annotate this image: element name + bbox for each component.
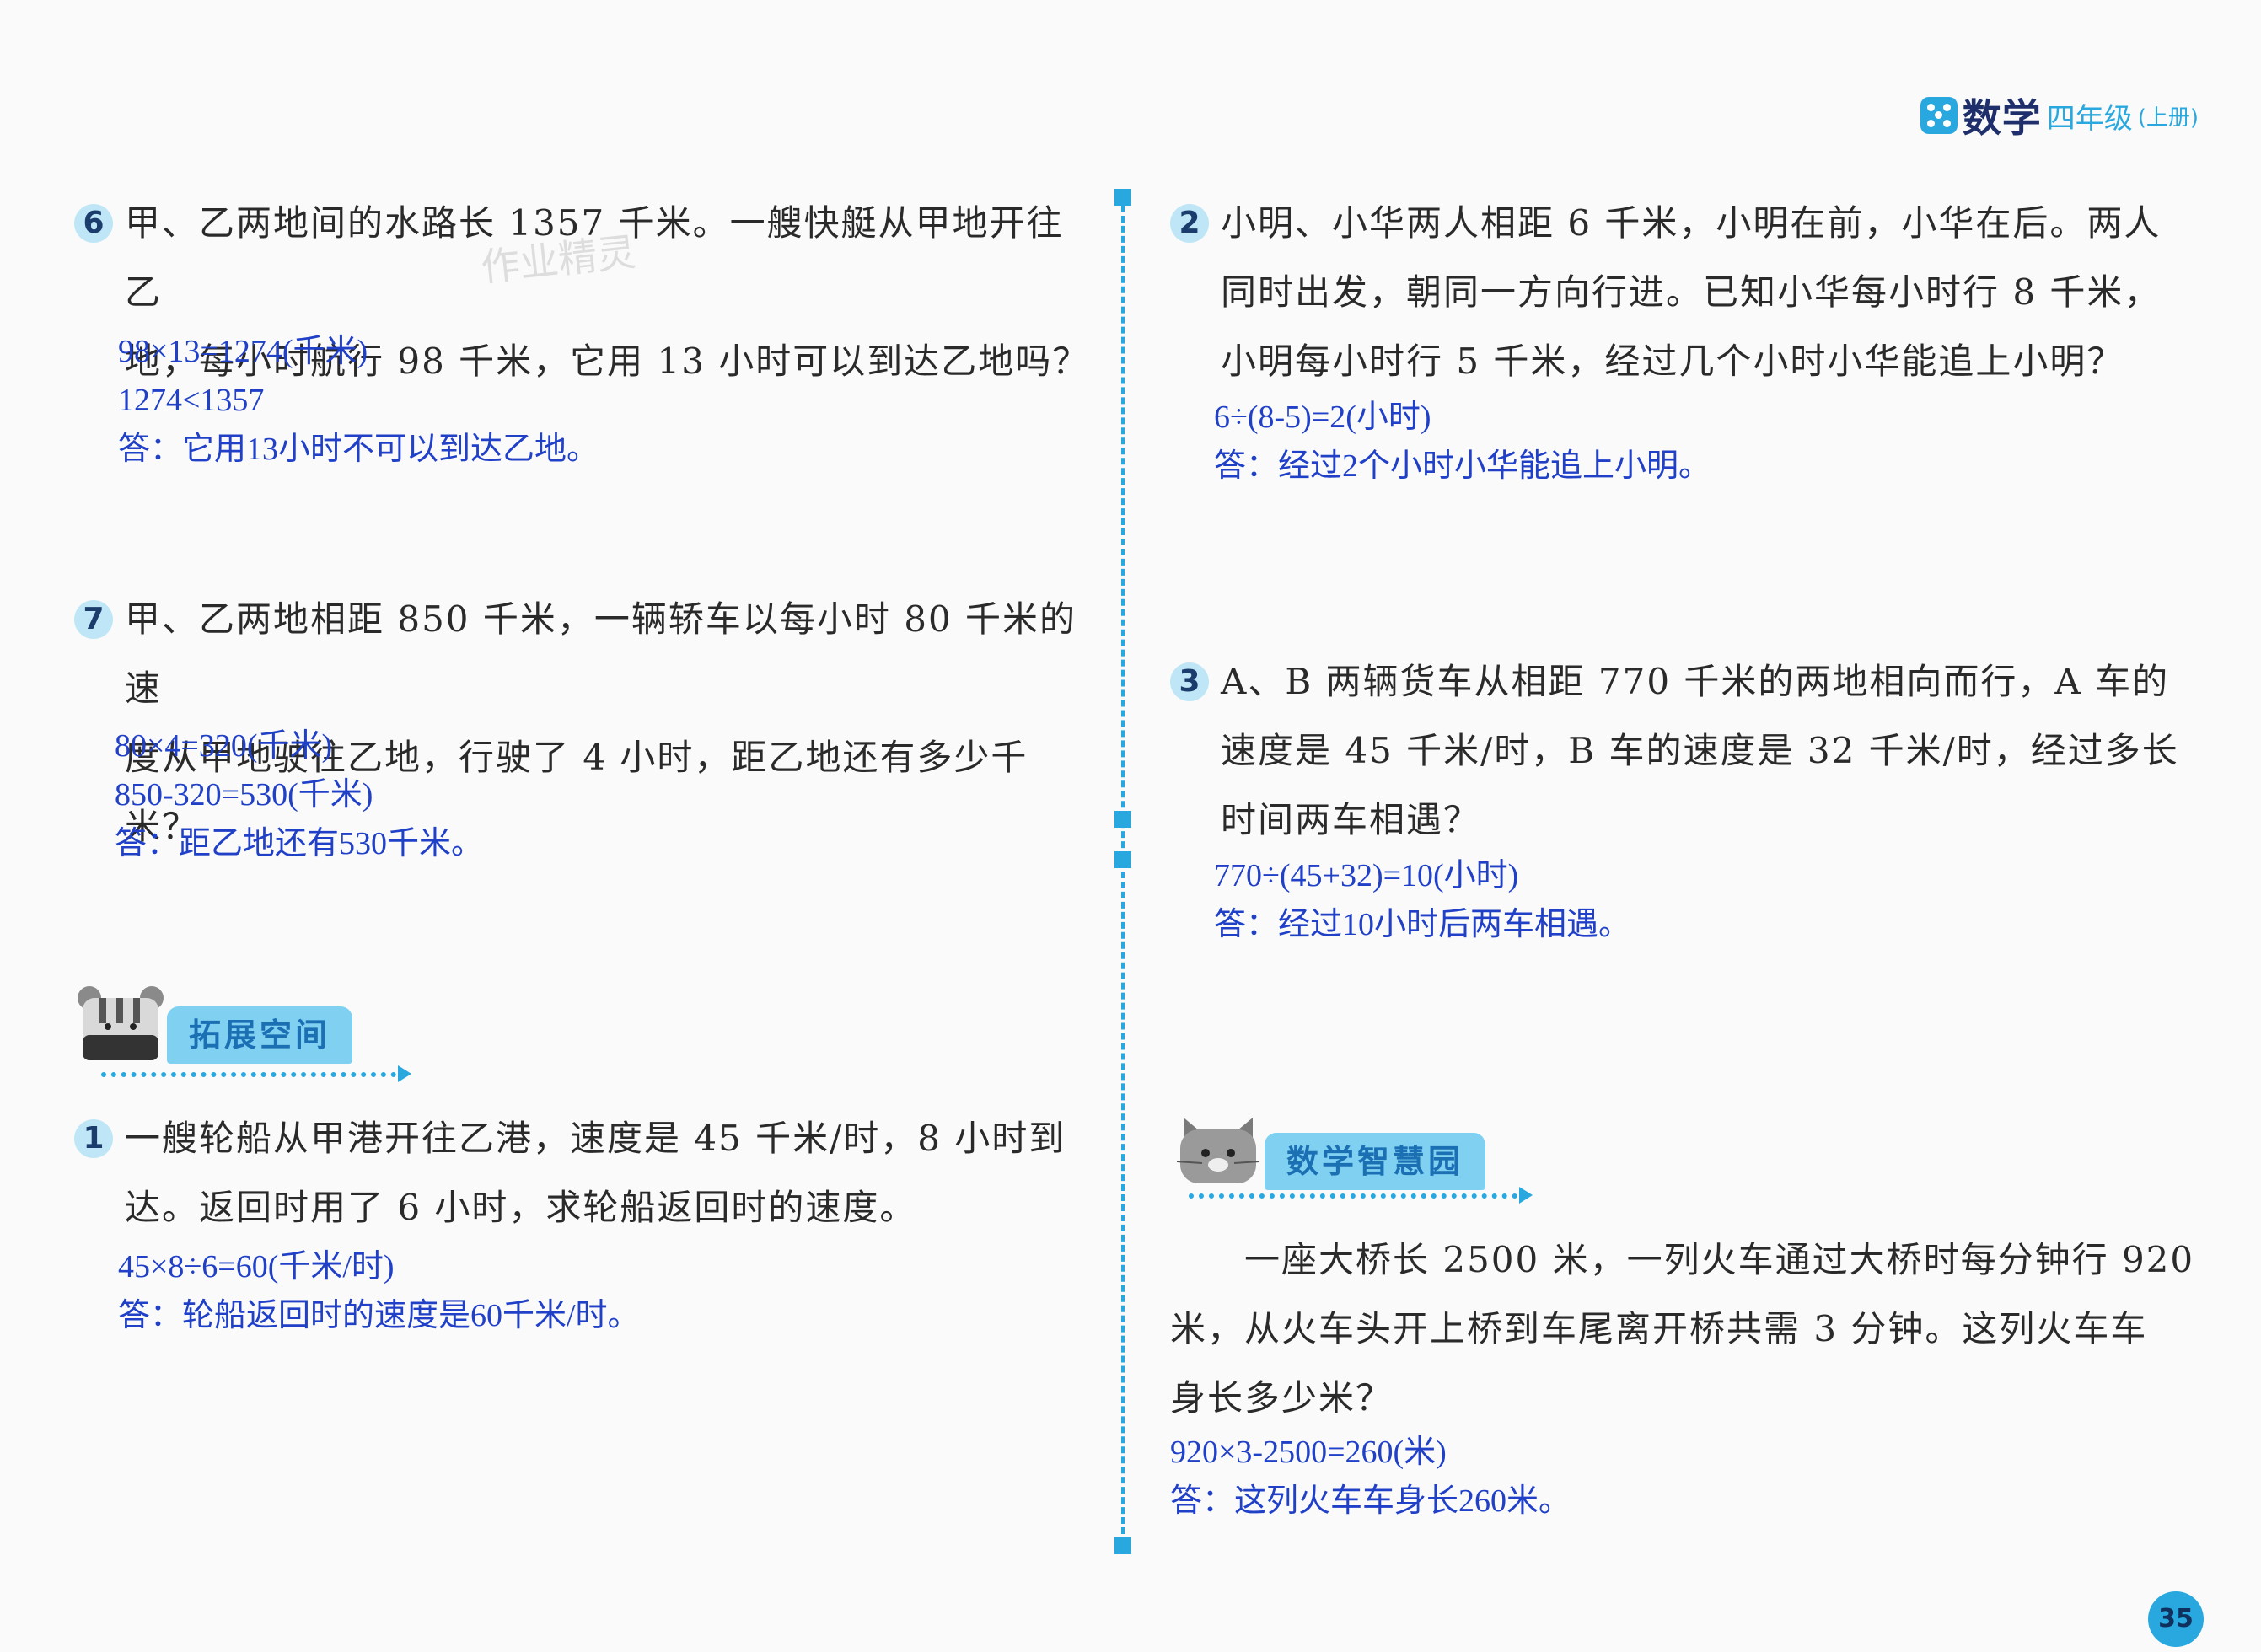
answer-line: 6÷(8-5)=2(小时) (1214, 400, 1431, 435)
problem-line: 达。返回时用了 6 小时，求轮船返回时的速度。 (125, 1187, 917, 1228)
dice-logo-icon (1920, 97, 1958, 134)
book-header: 数学 四年级 (上册) (1920, 88, 2199, 143)
arrow-right-icon (1519, 1187, 1533, 1204)
answer-extension-1: 45×8÷6=60(千米/时) 答：轮船返回时的速度是60千米/时。 (118, 1242, 640, 1340)
dotted-rule (1189, 1193, 1517, 1199)
answer-7: 80×4=320(千米) 850-320=530(千米) 答：距乙地还有530千… (115, 721, 483, 868)
answer-wisdom: 920×3-2500=260(米) 答：这列火车车身长260米。 (1170, 1428, 1571, 1526)
answer-line: 770÷(45+32)=10(小时) (1214, 858, 1519, 893)
problem-number: 1 (74, 1119, 113, 1158)
problem-number: 2 (1170, 204, 1209, 243)
answer-6: 98×13=1274(千米) 1274<1357 答：它用13小时不可以到达乙地… (118, 327, 599, 474)
answer-line: 答：经过2个小时小华能追上小明。 (1214, 448, 1711, 484)
answer-line: 答：经过10小时后两车相遇。 (1214, 907, 1631, 942)
section-title: 数学智慧园 (1265, 1133, 1486, 1190)
problem-number: 3 (1170, 662, 1209, 701)
problem-line: 身长多少米？ (1170, 1377, 1394, 1419)
cat-mascot-icon (1172, 1109, 1265, 1190)
divider-marker (1114, 851, 1131, 868)
problem-line: 小明每小时行 5 千米，经过几个小时小华能追上小明？ (1221, 341, 2124, 382)
answer-line: 1274<1357 (118, 383, 265, 418)
problem-line: 甲、乙两地间的水路长 1357 千米。一艘快艇从甲地开往乙 (125, 202, 1064, 313)
workbook-page: 数学 四年级 (上册) 作业精灵 6 甲、乙两地间的水路长 1357 千米。一艘… (0, 0, 2261, 1652)
section-title: 拓展空间 (167, 1006, 353, 1064)
answer-line: 答：距乙地还有530千米。 (115, 826, 484, 861)
answer-line: 答：轮船返回时的速度是60千米/时。 (118, 1298, 640, 1333)
divider-marker (1114, 1537, 1131, 1554)
answer-line: 答：它用13小时不可以到达乙地。 (118, 432, 599, 467)
answer-line: 850-320=530(千米) (115, 777, 373, 813)
volume-label: (上册) (2137, 105, 2199, 131)
wisdom-problem: 一座大桥长 2500 米，一列火车通过大桥时每分钟行 920 米，从火车头开上桥… (1170, 1226, 2199, 1433)
page-number: 35 (2148, 1591, 2204, 1647)
problem-line: A、B 两辆货车从相距 770 千米的两地相向而行，A 车的 (1221, 661, 2170, 702)
problem-line: 甲、乙两地相距 850 千米，一辆轿车以每小时 80 千米的速 (125, 598, 1077, 709)
arrow-right-icon (398, 1065, 411, 1082)
problem-number: 6 (74, 204, 113, 243)
divider-marker (1114, 189, 1131, 206)
section-banner-wisdom: 数学智慧园 (1172, 1109, 1486, 1190)
problem-line: 米，从火车头开上桥到车尾离开桥共需 3 分钟。这列火车车 (1170, 1308, 2148, 1349)
problem-line: 速度是 45 千米/时，B 车的速度是 32 千米/时，经过多长 (1221, 730, 2179, 771)
answer-line: 98×13=1274(千米) (118, 334, 368, 369)
answer-2: 6÷(8-5)=2(小时) 答：经过2个小时小华能追上小明。 (1214, 393, 1711, 491)
extension-problem-1: 1 一艘轮船从甲港开往乙港，速度是 45 千米/时，8 小时到 达。返回时用了 … (74, 1104, 1094, 1242)
grade-label: 四年级 (2046, 101, 2133, 136)
zebra-mascot-icon (74, 983, 167, 1064)
answer-line: 920×3-2500=260(米) (1170, 1435, 1447, 1470)
problem-line: 同时出发，朝同一方向行进。已知小华每小时行 8 千米， (1221, 271, 2162, 313)
problem-number: 7 (74, 600, 113, 639)
section-banner-extension: 拓展空间 (74, 983, 353, 1064)
problem-3: 3 A、B 两辆货车从相距 770 千米的两地相向而行，A 车的 速度是 45 … (1170, 647, 2190, 855)
problem-line: 一座大桥长 2500 米，一列火车通过大桥时每分钟行 920 (1170, 1239, 2195, 1280)
answer-line: 80×4=320(千米) (115, 728, 333, 764)
problem-line: 一艘轮船从甲港开往乙港，速度是 45 千米/时，8 小时到 (125, 1118, 1066, 1159)
answer-line: 45×8÷6=60(千米/时) (118, 1249, 395, 1285)
problem-2: 2 小明、小华两人相距 6 千米，小明在前，小华在后。两人 同时出发，朝同一方向… (1170, 189, 2190, 396)
center-divider (1121, 196, 1125, 1544)
subject-title: 数学 (1962, 95, 2042, 141)
problem-line: 时间两车相遇？ (1221, 799, 1481, 840)
answer-3: 770÷(45+32)=10(小时) 答：经过10小时后两车相遇。 (1214, 851, 1630, 949)
problem-line: 小明、小华两人相距 6 千米，小明在前，小华在后。两人 (1221, 202, 2162, 244)
dotted-rule (101, 1072, 396, 1077)
divider-marker (1114, 811, 1131, 828)
answer-line: 答：这列火车车身长260米。 (1170, 1483, 1571, 1519)
